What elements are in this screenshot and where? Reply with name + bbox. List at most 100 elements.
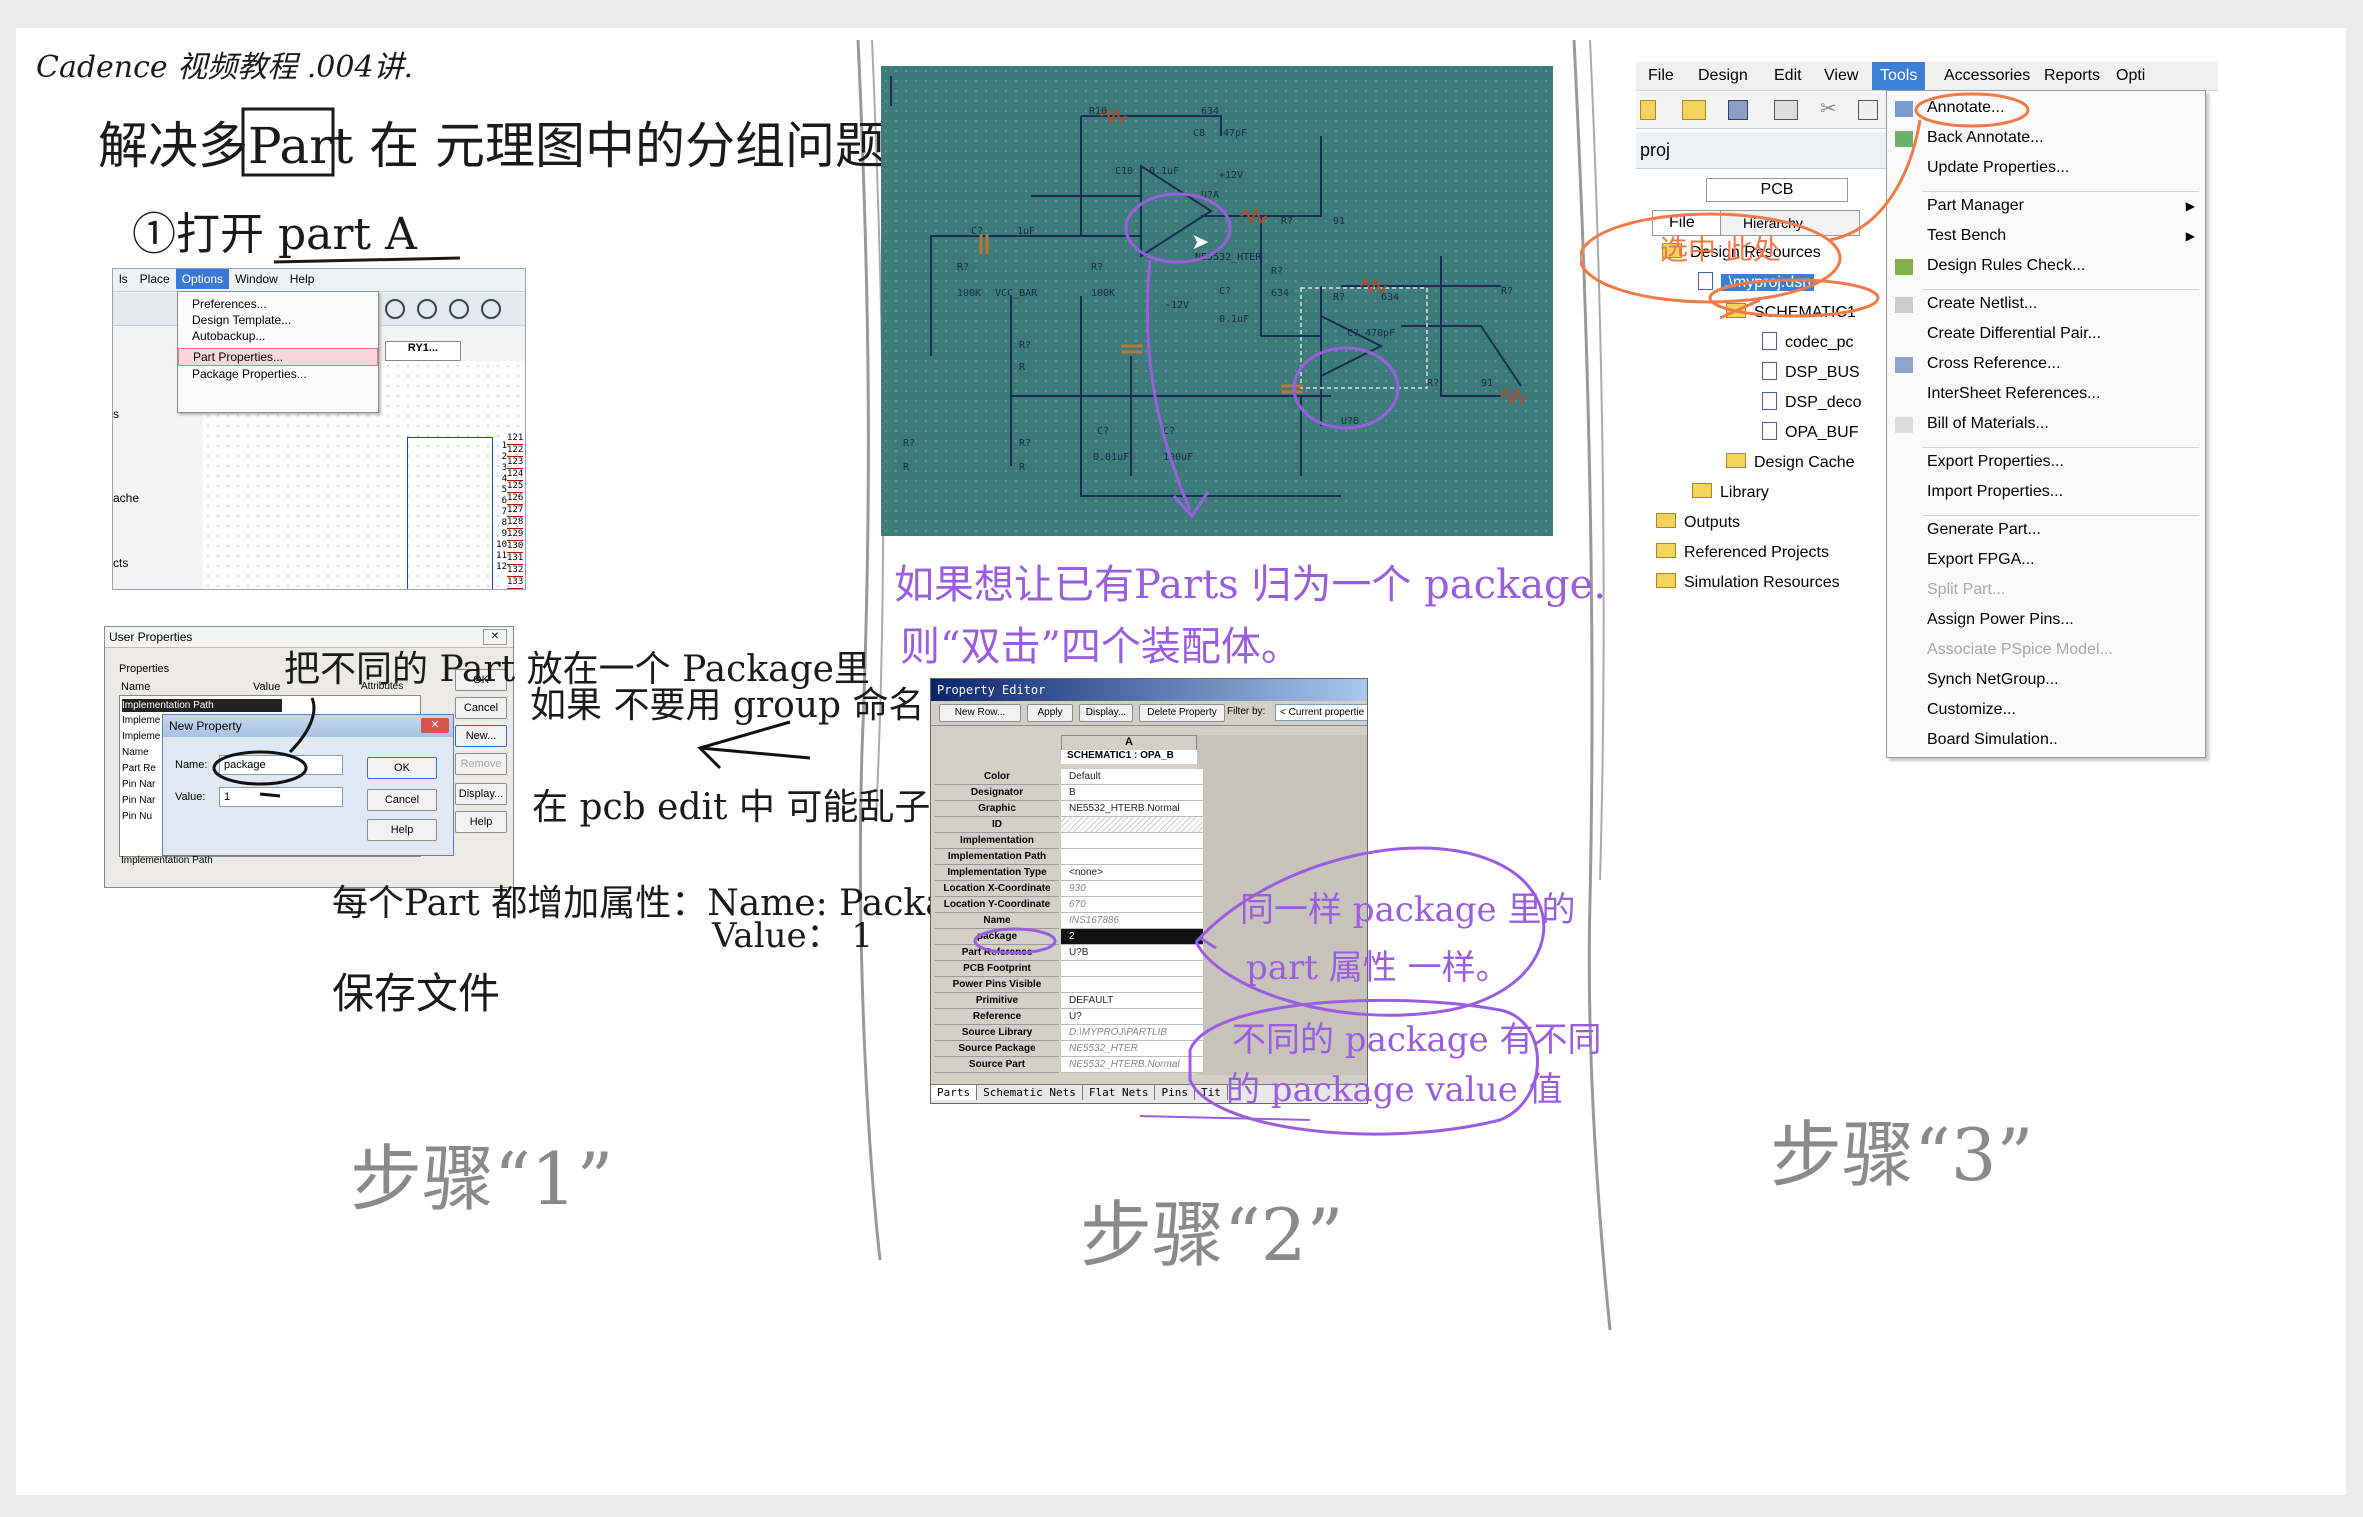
menu-item-import-properties[interactable]: Import Properties... [1927, 483, 2063, 501]
schem-label: R? [1019, 438, 1032, 449]
tree-item[interactable]: Design Cache [1726, 453, 1855, 472]
menu-item-export-fpga[interactable]: Export FPGA... [1927, 551, 2035, 569]
note-heading: 解决多Part 在 元理图中的分组问题 [98, 117, 885, 175]
tree-item[interactable]: Referenced Projects [1656, 543, 1829, 562]
pin-value: 121 [507, 433, 524, 445]
menu-view[interactable]: View [1816, 62, 1866, 90]
menu-item-bill-of-materials[interactable]: Bill of Materials... [1927, 415, 2049, 433]
cancel-button[interactable]: Cancel [455, 697, 507, 719]
property-row[interactable]: Graphic NE5532_HTERB.Normal [935, 801, 1319, 817]
menu-file[interactable]: File [1640, 62, 1682, 90]
tree-item[interactable]: Outputs [1656, 513, 1740, 532]
page-icon [1762, 422, 1777, 440]
schem-label: R? [1091, 262, 1104, 273]
filter-select[interactable]: < Current propertie [1275, 704, 1367, 721]
schem-label: R10 [1089, 106, 1108, 117]
zoom-out-icon[interactable] [417, 299, 437, 319]
menu-item-package-properties[interactable]: Package Properties... [178, 366, 378, 382]
step-3-label: 步骤“3” [1770, 1113, 2034, 1197]
schem-label: R [1019, 462, 1026, 473]
side-label: cts [113, 556, 129, 570]
folder-icon [1656, 513, 1676, 529]
menu-item-preferences[interactable]: Preferences... [178, 296, 378, 312]
new-row-button[interactable]: New Row... [939, 704, 1021, 722]
tree-item[interactable]: Library [1692, 483, 1769, 502]
display-button[interactable]: Display... [1079, 704, 1133, 722]
menu-design[interactable]: Design [1690, 62, 1756, 90]
property-row[interactable]: Color Default [935, 769, 1319, 785]
part-box [241, 107, 335, 177]
pin-value: 126 [507, 493, 524, 505]
tree-item[interactable]: DSP_deco [1762, 392, 1862, 412]
page-icon [1762, 392, 1777, 410]
menu-item-cross-reference[interactable]: Cross Reference... [1927, 355, 2060, 373]
list-row[interactable]: Pin Nu [122, 811, 152, 822]
menu-window[interactable]: Window [229, 269, 284, 289]
menu-item-board-simulation[interactable]: Board Simulation.. [1927, 731, 2058, 749]
menu-item-assign-power-pins[interactable]: Assign Power Pins... [1927, 611, 2074, 629]
tree-item[interactable]: OPA_BUF [1762, 422, 1859, 442]
pin-number: 1 [501, 441, 507, 451]
property-row[interactable]: Designator B [935, 785, 1319, 801]
pin-value: 127 [507, 505, 524, 517]
schem-label: 91 [1481, 378, 1494, 389]
menu-tools[interactable]: ls [113, 269, 134, 289]
pin-value: 124 [507, 469, 524, 481]
close-icon[interactable]: ✕ [421, 718, 449, 733]
list-row[interactable]: Name [122, 747, 149, 758]
menu-place[interactable]: Place [134, 269, 176, 289]
step-1-label: 步骤“1” [350, 1137, 614, 1221]
menu-item-intersheet-references[interactable]: InterSheet References... [1927, 385, 2100, 403]
menu-item-design-template[interactable]: Design Template... [178, 312, 378, 328]
schem-label: R? [1501, 286, 1514, 297]
menu-edit[interactable]: Edit [1766, 62, 1810, 90]
zoom-in-icon[interactable] [385, 299, 405, 319]
pin-number: 6 [501, 496, 507, 506]
menu-tools[interactable]: Tools [1872, 62, 1926, 90]
schematic-tab[interactable]: RY1... [385, 341, 461, 361]
pin-number: 7 [501, 507, 507, 517]
step1-underline [273, 256, 461, 264]
zoom-all-icon[interactable] [481, 299, 501, 319]
list-row[interactable]: Part Re [122, 763, 156, 774]
new-button[interactable]: New... [455, 725, 507, 747]
menu-options[interactable]: Options [175, 269, 230, 289]
list-row[interactable]: Impleme [122, 731, 160, 742]
menu-item-synch-netgroup[interactable]: Synch NetGroup... [1927, 671, 2059, 689]
properties-label: Properties [119, 663, 170, 675]
list-row[interactable]: Pin Nar [122, 795, 155, 806]
delete-property-button[interactable]: Delete Property [1139, 704, 1225, 722]
menu-item-part-properties[interactable]: Part Properties... [178, 348, 378, 366]
pin-number: 8 [501, 518, 507, 528]
pin-number: 10 [496, 540, 507, 550]
apply-button[interactable]: Apply [1027, 704, 1073, 722]
menu-help[interactable]: Help [284, 269, 321, 289]
tree-item[interactable]: Simulation Resources [1656, 573, 1840, 592]
folder-icon [1656, 543, 1676, 559]
help-button[interactable]: Help [455, 811, 507, 833]
property-editor-title: Property Editor [931, 679, 1367, 701]
schem-label: C10 [1115, 166, 1134, 177]
note-red: 选中 此处 [1660, 233, 1781, 266]
tree-item[interactable]: DSP_BUS [1762, 362, 1860, 382]
remove-button[interactable]: Remove [455, 753, 507, 775]
schem-label: R? [903, 438, 916, 449]
zoom-area-icon[interactable] [449, 299, 469, 319]
pin-number: 4 [501, 474, 507, 484]
menu-options[interactable]: Opti [2108, 62, 2153, 90]
help-button[interactable]: Help [367, 819, 437, 841]
menu-item-export-properties[interactable]: Export Properties... [1927, 453, 2064, 471]
menu-item-customize[interactable]: Customize... [1927, 701, 2016, 719]
list-row[interactable]: Pin Nar [122, 779, 155, 790]
schem-label: R [1019, 362, 1026, 373]
folder-icon [1726, 453, 1746, 469]
menu-item-autobackup[interactable]: Autobackup... [178, 328, 378, 344]
list-row[interactable]: Impleme [122, 715, 160, 726]
side-label: s [113, 407, 119, 421]
display-button[interactable]: Display... [455, 783, 507, 805]
column-header-cell[interactable]: SCHEMATIC1 : OPA_B [1061, 750, 1209, 764]
menu-reports[interactable]: Reports [2036, 62, 2108, 90]
menu-accessories[interactable]: Accessories [1936, 62, 2038, 90]
menu-item-generate-part[interactable]: Generate Part... [1927, 521, 2041, 539]
menu-bar: ls Place Options Window Help [113, 269, 525, 292]
